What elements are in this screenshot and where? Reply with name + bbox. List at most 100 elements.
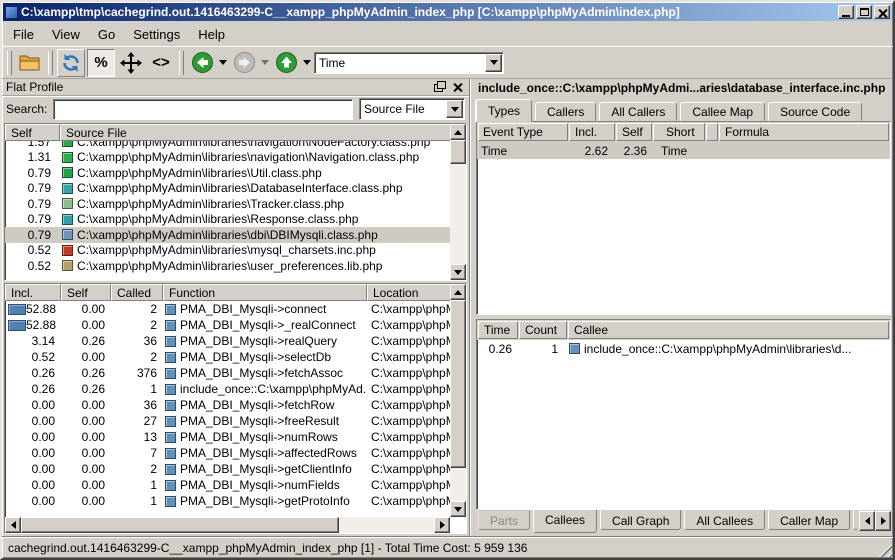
tabs-scroll-right-button[interactable] [875,511,891,531]
cycle-detection-button[interactable]: <> [147,49,175,77]
maximize-button[interactable] [856,5,872,19]
menu-help[interactable]: Help [189,24,234,45]
back-dropdown-caret[interactable] [218,50,228,76]
function-row[interactable]: 0.000.0027PMA_DBI_Mysqli->freeResultC:\x… [5,413,450,429]
function-row[interactable]: 0.260.26376PMA_DBI_Mysqli->fetchAssocC:\… [5,365,450,381]
up-dropdown-caret[interactable] [302,50,312,76]
reload-button[interactable] [57,49,85,77]
dock-header[interactable]: Flat Profile [2,79,469,96]
tab-types[interactable]: Types [476,99,532,122]
function-row[interactable]: 0.000.001PMA_DBI_Mysqli->numFieldsC:\xam… [5,477,450,493]
col-header-called[interactable]: Called [111,284,163,301]
function-row[interactable]: 0.000.0013PMA_DBI_Mysqli->numRowsC:\xamp… [5,429,450,445]
float-dock-icon[interactable] [433,81,447,93]
scroll-up-button[interactable] [450,284,466,300]
function-row[interactable]: 0.260.261include_once::C:\xampp\phpMyAd.… [5,381,450,397]
scroll-right-button[interactable] [434,517,450,533]
function-list-hscrollbar[interactable] [5,517,450,533]
tab-all-callers[interactable]: All Callers [599,102,677,121]
scroll-up-button[interactable] [450,124,466,140]
event-type-dropdown-button[interactable] [485,54,502,72]
col-header-self[interactable]: Self [616,123,652,141]
toolbar-handle[interactable] [48,51,53,75]
col-header-spacer[interactable] [706,123,718,141]
file-row[interactable]: 0.52C:\xampp\phpMyAdmin\libraries\user_p… [5,258,450,274]
title-bar[interactable]: C:\xampp\tmp\cachegrind.out.1416463299-C… [3,3,892,21]
back-button[interactable] [188,49,216,77]
tab-callers[interactable]: Callers [535,102,596,121]
tab-callee-map[interactable]: Callee Map [680,102,765,121]
menu-go[interactable]: Go [89,24,124,45]
tab-all-callees[interactable]: All Callees [684,510,765,530]
minimize-button[interactable] [838,5,854,19]
toolbar-handle[interactable] [179,51,184,75]
scroll-down-button[interactable] [450,264,466,280]
callee-count-value: 1 [517,342,565,356]
close-button[interactable] [874,5,890,19]
scroll-down-button[interactable] [450,501,466,517]
file-row[interactable]: 0.52C:\xampp\phpMyAdmin\libraries\mysql_… [5,243,450,259]
scroll-thumb[interactable] [450,140,466,164]
location-value: C:\xampp\phpMy... [367,366,450,380]
function-row[interactable]: 52.880.002PMA_DBI_Mysqli->connectC:\xamp… [5,301,450,317]
function-row[interactable]: 3.140.2636PMA_DBI_Mysqli->realQueryC:\xa… [5,333,450,349]
file-row[interactable]: 0.79C:\xampp\phpMyAdmin\libraries\Respon… [5,212,450,228]
col-header-incl[interactable]: Incl. [5,284,61,301]
menu-file[interactable]: File [4,24,43,45]
file-row[interactable]: 0.79C:\xampp\phpMyAdmin\libraries\Tracke… [5,196,450,212]
event-type-row[interactable]: Time2.622.36Time [477,142,890,159]
tab-caller-map[interactable]: Caller Map [768,510,850,530]
file-row[interactable]: 0.79C:\xampp\phpMyAdmin\libraries\Util.c… [5,165,450,181]
callee-row[interactable]: 0.261include_once::C:\xampp\phpMyAdmin\l… [477,340,890,357]
location-value: C:\xampp\phpMy... [367,398,450,412]
toolbar-handle[interactable] [7,51,12,75]
event-type-select[interactable]: Time [314,52,504,74]
expand-tool-button[interactable] [117,49,145,77]
col-header-incl[interactable]: Incl. [569,123,615,141]
function-row[interactable]: 0.000.007PMA_DBI_Mysqli->affectedRowsC:\… [5,445,450,461]
col-header-self[interactable]: Self [61,284,111,301]
function-row[interactable]: 0.000.0036PMA_DBI_Mysqli->fetchRowC:\xam… [5,397,450,413]
col-header-callee[interactable]: Callee [568,321,889,339]
forward-dropdown-caret[interactable] [260,50,270,76]
close-dock-icon[interactable] [451,81,465,93]
col-header-count[interactable]: Count [519,321,567,339]
menu-view[interactable]: View [43,24,89,45]
function-row[interactable]: 0.000.001PMA_DBI_Mysqli->getProtoInfoC:\… [5,493,450,509]
col-header-source-file[interactable]: Source File [60,124,466,141]
grouping-dropdown-button[interactable] [446,100,463,118]
col-header-self[interactable]: Self [5,124,60,141]
up-button[interactable] [272,49,300,77]
search-input[interactable] [53,99,353,120]
tab-machine-code[interactable]: Machine Code [853,510,857,530]
col-header-short[interactable]: Short [653,123,705,141]
file-row[interactable]: 1.31C:\xampp\phpMyAdmin\libraries\naviga… [5,150,450,166]
forward-button[interactable] [230,49,258,77]
col-header-event-type[interactable]: Event Type [478,123,568,141]
tab-call-graph[interactable]: Call Graph [600,510,681,530]
function-row[interactable]: 0.000.002PMA_DBI_Mysqli->getClientInfoC:… [5,461,450,477]
incl-cell: 52.88 [5,318,61,332]
scroll-left-button[interactable] [5,517,21,533]
tab-callees[interactable]: Callees [533,510,597,533]
col-header-function[interactable]: Function [163,284,367,301]
menu-settings[interactable]: Settings [124,24,189,45]
scroll-thumb[interactable] [450,300,466,468]
file-row[interactable]: 0.79C:\xampp\phpMyAdmin\libraries\dbi\DB… [5,227,450,243]
resize-grip[interactable] [879,544,892,557]
relative-percent-toggle[interactable]: % [87,49,115,77]
tabs-scroll-left-button[interactable] [859,511,875,531]
grouping-select[interactable]: Source File [359,98,465,120]
open-file-button[interactable] [16,49,44,77]
scroll-thumb[interactable] [21,517,339,533]
col-header-formula[interactable]: Formula [719,123,889,141]
file-row[interactable]: 0.79C:\xampp\phpMyAdmin\libraries\Databa… [5,181,450,197]
tab-source-code[interactable]: Source Code [768,102,862,121]
self-value: 0.00 [61,494,111,508]
function-row[interactable]: 0.520.002PMA_DBI_Mysqli->selectDbC:\xamp… [5,349,450,365]
function-list-vscrollbar[interactable] [450,284,466,517]
function-row[interactable]: 52.880.002PMA_DBI_Mysqli->_realConnectC:… [5,317,450,333]
col-header-time[interactable]: Time [478,321,518,339]
file-list-vscrollbar[interactable] [450,124,466,280]
self-value: 0.26 [61,334,111,348]
